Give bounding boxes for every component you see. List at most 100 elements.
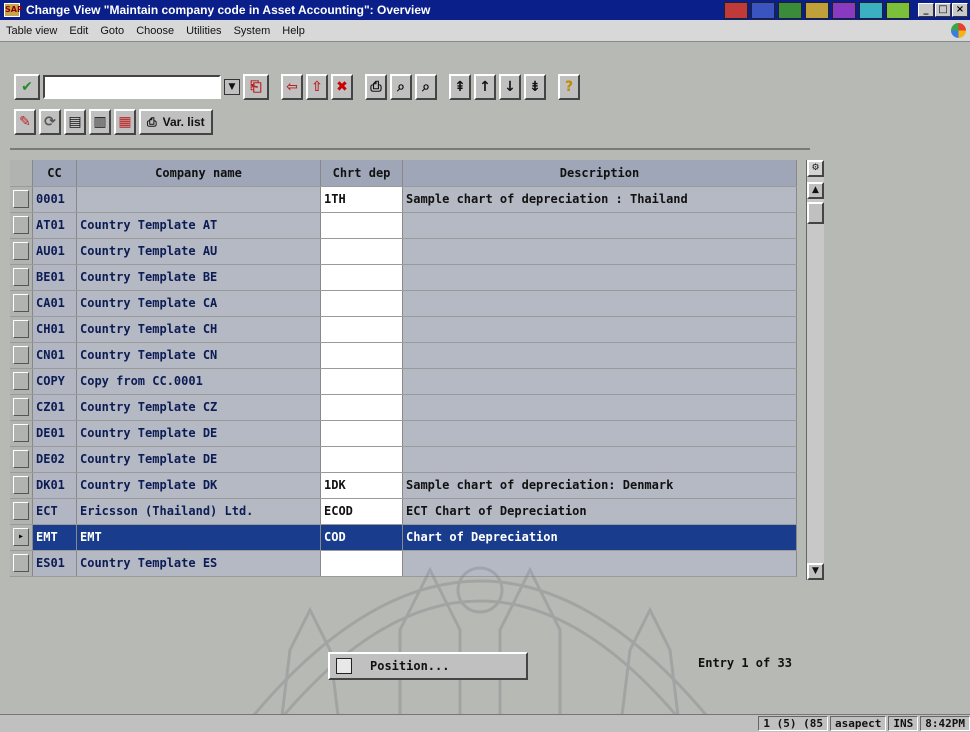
table-row[interactable]: ES01 Country Template ES xyxy=(10,550,797,577)
menu-goto[interactable]: Goto xyxy=(98,25,126,37)
row-select-box[interactable] xyxy=(13,346,29,364)
row-select-box[interactable] xyxy=(13,242,29,260)
office-app-icon[interactable] xyxy=(724,2,748,19)
display-change-icon[interactable]: ✎ xyxy=(14,109,36,135)
table-row[interactable]: DE01 Country Template DE xyxy=(10,420,797,447)
print-icon[interactable]: ⎙ xyxy=(365,74,387,100)
row-selector[interactable] xyxy=(10,420,33,447)
other-view-icon[interactable]: ⟳ xyxy=(39,109,61,135)
header-chrt-dep[interactable]: Chrt dep xyxy=(320,160,403,187)
row-select-box[interactable] xyxy=(13,554,29,572)
find-icon[interactable]: ⌕ xyxy=(390,74,412,100)
table-row[interactable]: CH01 Country Template CH xyxy=(10,316,797,343)
table-row[interactable]: ▸ EMT EMT COD Chart of Depreciation xyxy=(10,524,797,551)
row-selector[interactable] xyxy=(10,316,33,343)
first-page-icon[interactable]: ⇞ xyxy=(449,74,471,100)
row-select-box[interactable] xyxy=(13,502,29,520)
cell-chrt-dep[interactable] xyxy=(320,342,403,369)
table-row[interactable]: 0001 1TH Sample chart of depreciation : Th… xyxy=(10,186,797,213)
cell-chrt-dep[interactable] xyxy=(320,446,403,473)
table-settings-icon[interactable]: ⚙ xyxy=(807,160,824,177)
row-selector[interactable] xyxy=(10,394,33,421)
select-all-icon[interactable]: ▥ xyxy=(89,109,111,135)
row-selector[interactable] xyxy=(10,472,33,499)
details-icon[interactable]: ▤ xyxy=(64,109,86,135)
cell-chrt-dep[interactable]: 1TH xyxy=(320,186,403,213)
row-select-box[interactable] xyxy=(13,320,29,338)
cell-chrt-dep[interactable] xyxy=(320,394,403,421)
row-select-box[interactable]: ▸ xyxy=(13,528,29,546)
save-icon[interactable]: ⎗ xyxy=(243,74,269,100)
row-select-box[interactable] xyxy=(13,424,29,442)
menu-system[interactable]: System xyxy=(232,25,273,37)
cell-chrt-dep[interactable]: COD xyxy=(320,524,403,551)
row-select-box[interactable] xyxy=(13,294,29,312)
scroll-up-icon[interactable]: ▲ xyxy=(807,182,824,199)
row-selector[interactable] xyxy=(10,186,33,213)
close-button[interactable]: × xyxy=(952,3,968,17)
row-selector[interactable] xyxy=(10,290,33,317)
find-next-icon[interactable]: ⌕ xyxy=(415,74,437,100)
exit-icon[interactable]: ⇧ xyxy=(306,74,328,100)
help-icon[interactable]: ? xyxy=(558,74,580,100)
var-list-button[interactable]: ⎙ Var. list xyxy=(139,109,213,135)
minimize-button[interactable]: _ xyxy=(918,3,934,17)
table-row[interactable]: BE01 Country Template BE xyxy=(10,264,797,291)
menu-edit[interactable]: Edit xyxy=(67,25,90,37)
back-arrow-icon[interactable]: ⇦ xyxy=(281,74,303,100)
scroll-down-icon[interactable]: ▼ xyxy=(807,563,824,580)
table-row[interactable]: DE02 Country Template DE xyxy=(10,446,797,473)
enter-check-icon[interactable]: ✔ xyxy=(14,74,40,100)
table-row[interactable]: DK01 Country Template DK 1DK Sample chart o… xyxy=(10,472,797,499)
row-selector[interactable] xyxy=(10,212,33,239)
excel-icon[interactable] xyxy=(778,2,802,19)
row-selector[interactable] xyxy=(10,550,33,577)
previous-page-icon[interactable]: ↑ xyxy=(474,74,496,100)
row-select-box[interactable] xyxy=(13,372,29,390)
table-row[interactable]: CA01 Country Template CA xyxy=(10,290,797,317)
command-field[interactable] xyxy=(43,75,221,99)
table-row[interactable]: CZ01 Country Template CZ xyxy=(10,394,797,421)
project-icon[interactable] xyxy=(886,2,910,19)
cell-chrt-dep[interactable]: 1DK xyxy=(320,472,403,499)
menu-table-view[interactable]: Table view xyxy=(4,25,59,37)
sap-app-icon[interactable]: SAP xyxy=(4,3,23,17)
menu-choose[interactable]: Choose xyxy=(134,25,176,37)
position-button[interactable]: Position... xyxy=(328,652,528,680)
row-selector[interactable] xyxy=(10,342,33,369)
row-select-box[interactable] xyxy=(13,190,29,208)
row-selector[interactable] xyxy=(10,264,33,291)
word-icon[interactable] xyxy=(751,2,775,19)
vertical-scrollbar[interactable]: ⚙ ▲ ▼ xyxy=(806,160,824,580)
cell-chrt-dep[interactable] xyxy=(320,212,403,239)
row-selector[interactable] xyxy=(10,368,33,395)
row-select-box[interactable] xyxy=(13,450,29,468)
header-company-name[interactable]: Company name xyxy=(76,160,321,187)
row-select-box[interactable] xyxy=(13,216,29,234)
cell-chrt-dep[interactable] xyxy=(320,316,403,343)
table-row[interactable]: AU01 Country Template AU xyxy=(10,238,797,265)
menu-utilities[interactable]: Utilities xyxy=(184,25,223,37)
next-page-icon[interactable]: ↓ xyxy=(499,74,521,100)
menu-help[interactable]: Help xyxy=(280,25,307,37)
table-row[interactable]: AT01 Country Template AT xyxy=(10,212,797,239)
header-description[interactable]: Description xyxy=(402,160,797,187)
outlook-icon[interactable] xyxy=(859,2,883,19)
cell-chrt-dep[interactable] xyxy=(320,368,403,395)
access-icon[interactable] xyxy=(832,2,856,19)
cell-chrt-dep[interactable] xyxy=(320,264,403,291)
deselect-all-icon[interactable]: ▦ xyxy=(114,109,136,135)
cell-chrt-dep[interactable] xyxy=(320,550,403,577)
header-cc[interactable]: CC xyxy=(32,160,77,187)
row-select-box[interactable] xyxy=(13,398,29,416)
table-row[interactable]: ECT Ericsson (Thailand) Ltd. ECOD ECT Chart… xyxy=(10,498,797,525)
cell-chrt-dep[interactable] xyxy=(320,290,403,317)
cell-chrt-dep[interactable]: ECOD xyxy=(320,498,403,525)
select-column-header[interactable] xyxy=(10,160,33,187)
cancel-icon[interactable]: ✖ xyxy=(331,74,353,100)
scroll-thumb[interactable] xyxy=(807,202,824,224)
command-dropdown-icon[interactable]: ▼ xyxy=(224,79,240,95)
last-page-icon[interactable]: ⇟ xyxy=(524,74,546,100)
row-selector[interactable] xyxy=(10,446,33,473)
status-mode[interactable]: INS xyxy=(888,716,919,731)
